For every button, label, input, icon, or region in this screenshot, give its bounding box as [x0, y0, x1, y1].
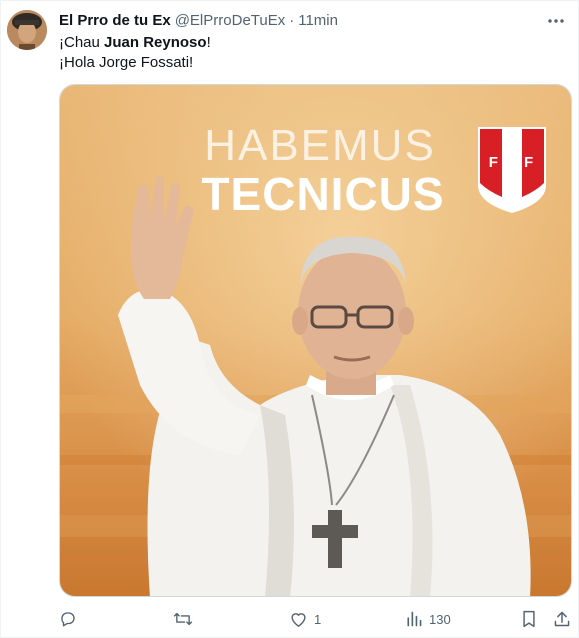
views-button[interactable]: 130: [405, 607, 451, 631]
like-count: 1: [314, 611, 322, 627]
fpf-shield-logo: F P F: [478, 127, 546, 213]
views-count: 130: [429, 611, 451, 627]
bookmark-icon: [521, 610, 537, 628]
tweet-action-bar: 1 130: [59, 607, 571, 631]
tweet-media-image[interactable]: F P F HABEMUS TECNICUS: [59, 84, 572, 597]
reply-button[interactable]: [59, 607, 77, 631]
tweet-text-bold-name: Juan Reynoso: [104, 34, 207, 51]
timestamp[interactable]: 11min: [298, 12, 338, 29]
views-icon: [405, 610, 423, 628]
tweet-text: ¡Chau Juan Reynoso! ¡Hola Jorge Fossati!: [59, 33, 211, 73]
tweet-text-line-1: ¡Chau Juan Reynoso!: [59, 33, 211, 53]
tweet-header: El Prro de tu Ex @ElPrroDeTuEx · 11min: [59, 10, 338, 30]
avatar[interactable]: [7, 10, 47, 50]
tweet-text-prefix: ¡Chau: [59, 34, 105, 51]
media-headline-tecnicus: TECNICUS: [201, 168, 445, 220]
retweet-icon: [173, 610, 193, 628]
share-icon: [553, 610, 571, 628]
like-button[interactable]: 1: [289, 607, 321, 631]
display-name[interactable]: El Prro de tu Ex: [59, 12, 171, 29]
retweet-button[interactable]: [173, 607, 193, 631]
heart-icon: [289, 610, 308, 628]
media-headline-habemus: HABEMUS: [204, 121, 436, 170]
more-options-icon[interactable]: [546, 11, 566, 31]
tweet-card[interactable]: El Prro de tu Ex @ElPrroDeTuEx · 11min ¡…: [0, 0, 579, 638]
user-handle[interactable]: @ElPrroDeTuEx: [175, 12, 286, 29]
separator-dot: ·: [289, 11, 295, 29]
reply-icon: [59, 610, 77, 628]
bookmark-button[interactable]: [521, 607, 537, 631]
fpf-badge-text: F P F: [489, 154, 535, 171]
share-button[interactable]: [553, 607, 571, 631]
tweet-text-suffix: !: [206, 34, 211, 51]
tweet-text-line-2: ¡Hola Jorge Fossati!: [59, 54, 194, 71]
